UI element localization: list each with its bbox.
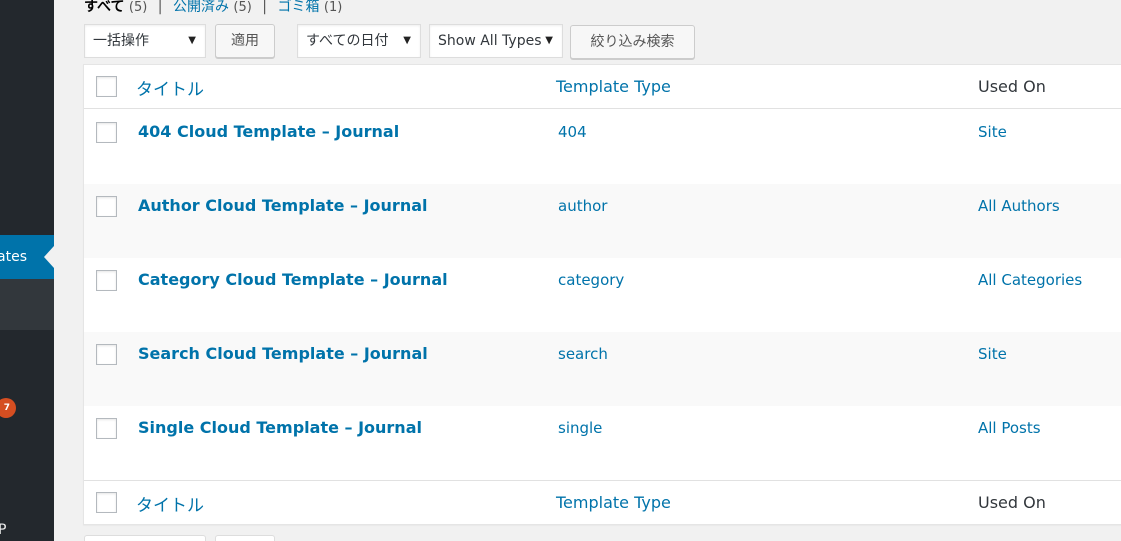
date-filter-select[interactable]: すべての日付 ▼	[297, 24, 421, 58]
apply-button[interactable]: 適用	[215, 24, 275, 58]
template-type-link[interactable]: category	[558, 271, 624, 289]
sidebar-item-partial[interactable]: P	[0, 522, 6, 538]
separator: |	[157, 0, 163, 15]
sidebar-submenu[interactable]	[0, 279, 54, 330]
separator: |	[262, 0, 268, 15]
template-title-link[interactable]: Author Cloud Template – Journal	[138, 196, 427, 215]
used-on-link[interactable]: All Authors	[978, 197, 1060, 215]
status-trash-count: (1)	[323, 0, 343, 15]
table-header: タイトル Template Type Used On	[84, 65, 1121, 109]
template-title-link[interactable]: Search Cloud Template – Journal	[138, 344, 428, 363]
select-all-checkbox-footer[interactable]	[96, 492, 117, 513]
template-title-link[interactable]: 404 Cloud Template – Journal	[138, 122, 399, 141]
chevron-down-icon: ▼	[403, 35, 411, 46]
status-trash-link[interactable]: ゴミ箱	[277, 0, 319, 15]
column-header-used-on: Used On	[978, 77, 1046, 96]
table-row: Author Cloud Template – Journal author A…	[84, 184, 1121, 258]
apply-button-bottom[interactable]	[215, 535, 275, 541]
table-row: Search Cloud Template – Journal search S…	[84, 332, 1121, 406]
date-filter-value: すべての日付	[306, 33, 389, 49]
admin-sidebar: ates 7 P	[0, 0, 54, 541]
column-footer-used-on: Used On	[978, 493, 1046, 512]
template-type-filter-value: Show All Types	[438, 33, 542, 49]
status-all-count: (5)	[128, 0, 148, 15]
filter-button[interactable]: 絞り込み検索	[570, 25, 695, 59]
column-header-title[interactable]: タイトル	[136, 75, 204, 100]
template-type-link[interactable]: author	[558, 197, 607, 215]
template-title-link[interactable]: Single Cloud Template – Journal	[138, 418, 422, 437]
bulk-action-select[interactable]: 一括操作 ▼	[84, 24, 206, 58]
table-row: Single Cloud Template – Journal single A…	[84, 406, 1121, 480]
status-all-link[interactable]: すべて	[84, 0, 124, 15]
used-on-link[interactable]: Site	[978, 123, 1007, 141]
used-on-link[interactable]: Site	[978, 345, 1007, 363]
used-on-link[interactable]: All Categories	[978, 271, 1082, 289]
table-row: Category Cloud Template – Journal catego…	[84, 258, 1121, 332]
row-checkbox[interactable]	[96, 270, 117, 291]
status-published-link[interactable]: 公開済み	[173, 0, 229, 15]
status-filter-links: すべて (5) | 公開済み (5) | ゴミ箱 (1)	[84, 0, 342, 16]
templates-table: タイトル Template Type Used On 404 Cloud Tem…	[83, 64, 1121, 525]
row-checkbox[interactable]	[96, 344, 117, 365]
chevron-down-icon: ▼	[188, 35, 196, 46]
bulk-action-value: 一括操作	[93, 33, 149, 49]
row-checkbox[interactable]	[96, 418, 117, 439]
update-count-badge: 7	[0, 398, 16, 418]
row-checkbox[interactable]	[96, 122, 117, 143]
status-published-count: (5)	[233, 0, 252, 15]
template-type-filter-select[interactable]: Show All Types ▼	[429, 24, 563, 58]
template-type-link[interactable]: 404	[558, 123, 587, 141]
template-type-link[interactable]: single	[558, 419, 602, 437]
sidebar-item-label: ates	[0, 249, 27, 265]
column-header-template-type[interactable]: Template Type	[556, 77, 671, 96]
column-footer-title[interactable]: タイトル	[136, 491, 204, 516]
bulk-action-select-bottom[interactable]	[84, 535, 206, 541]
table-row: 404 Cloud Template – Journal 404 Site	[84, 110, 1121, 184]
used-on-link[interactable]: All Posts	[978, 419, 1041, 437]
table-footer: タイトル Template Type Used On	[84, 480, 1121, 524]
template-type-link[interactable]: search	[558, 345, 608, 363]
active-menu-arrow	[44, 246, 54, 268]
select-all-checkbox[interactable]	[96, 76, 117, 97]
column-footer-template-type[interactable]: Template Type	[556, 493, 671, 512]
row-checkbox[interactable]	[96, 196, 117, 217]
template-title-link[interactable]: Category Cloud Template – Journal	[138, 270, 448, 289]
chevron-down-icon: ▼	[545, 35, 553, 46]
